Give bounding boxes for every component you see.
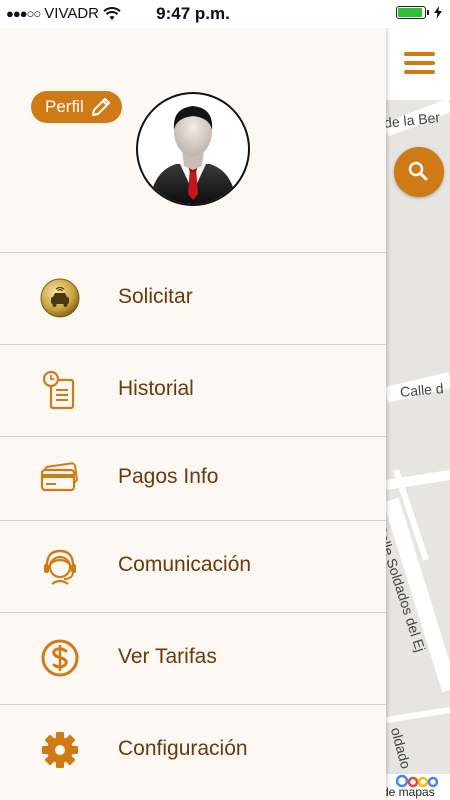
status-bar: ●●●○○ VIVADR 9:47 p.m. — [0, 0, 450, 28]
side-drawer: Perfil Solicitar Historial Pagos Info Co… — [0, 0, 386, 800]
map-attribution-text[interactable]: de mapas — [386, 785, 435, 799]
menu-item-configuracion[interactable]: Configuración — [0, 704, 386, 796]
menu-item-ver-tarifas[interactable]: Ver Tarifas — [0, 612, 386, 704]
drawer-menu: Solicitar Historial Pagos Info Comunicac… — [0, 252, 386, 796]
menu-label-configuracion: Configuración — [118, 737, 248, 760]
menu-label-historial: Historial — [118, 377, 194, 400]
menu-item-pagos-info[interactable]: Pagos Info — [0, 436, 386, 520]
search-button[interactable] — [394, 147, 444, 197]
headset-operator-icon — [44, 549, 76, 585]
profile-edit-button[interactable]: Perfil — [31, 91, 122, 123]
clock: 9:47 p.m. — [156, 4, 230, 23]
menu-label-comunicacion: Comunicación — [118, 553, 252, 576]
taxi-coin-icon — [40, 278, 80, 318]
gear-icon — [42, 732, 78, 768]
history-document-icon — [42, 370, 75, 410]
menu-item-solicitar[interactable]: Solicitar — [0, 252, 386, 344]
map-view[interactable]: de la Ber Calle d Calle Soldados del Ej … — [386, 0, 450, 800]
battery-area — [396, 6, 442, 19]
pencil-icon — [91, 98, 110, 116]
battery-icon — [396, 6, 429, 19]
user-avatar[interactable] — [136, 92, 250, 206]
dollar-circle-icon — [41, 639, 79, 677]
search-icon — [408, 161, 428, 181]
menu-item-historial[interactable]: Historial — [0, 344, 386, 436]
credit-cards-icon — [40, 462, 78, 492]
menu-label-solicitar: Solicitar — [118, 285, 193, 308]
businessman-avatar-icon — [150, 106, 236, 204]
charging-bolt-icon — [434, 6, 442, 19]
menu-item-comunicacion[interactable]: Comunicación — [0, 520, 386, 612]
profile-label: Perfil — [45, 97, 84, 116]
menu-label-ver-tarifas: Ver Tarifas — [118, 645, 217, 668]
map-attribution-bar: de mapas — [386, 774, 450, 800]
menu-label-pagos-info: Pagos Info — [118, 465, 219, 488]
